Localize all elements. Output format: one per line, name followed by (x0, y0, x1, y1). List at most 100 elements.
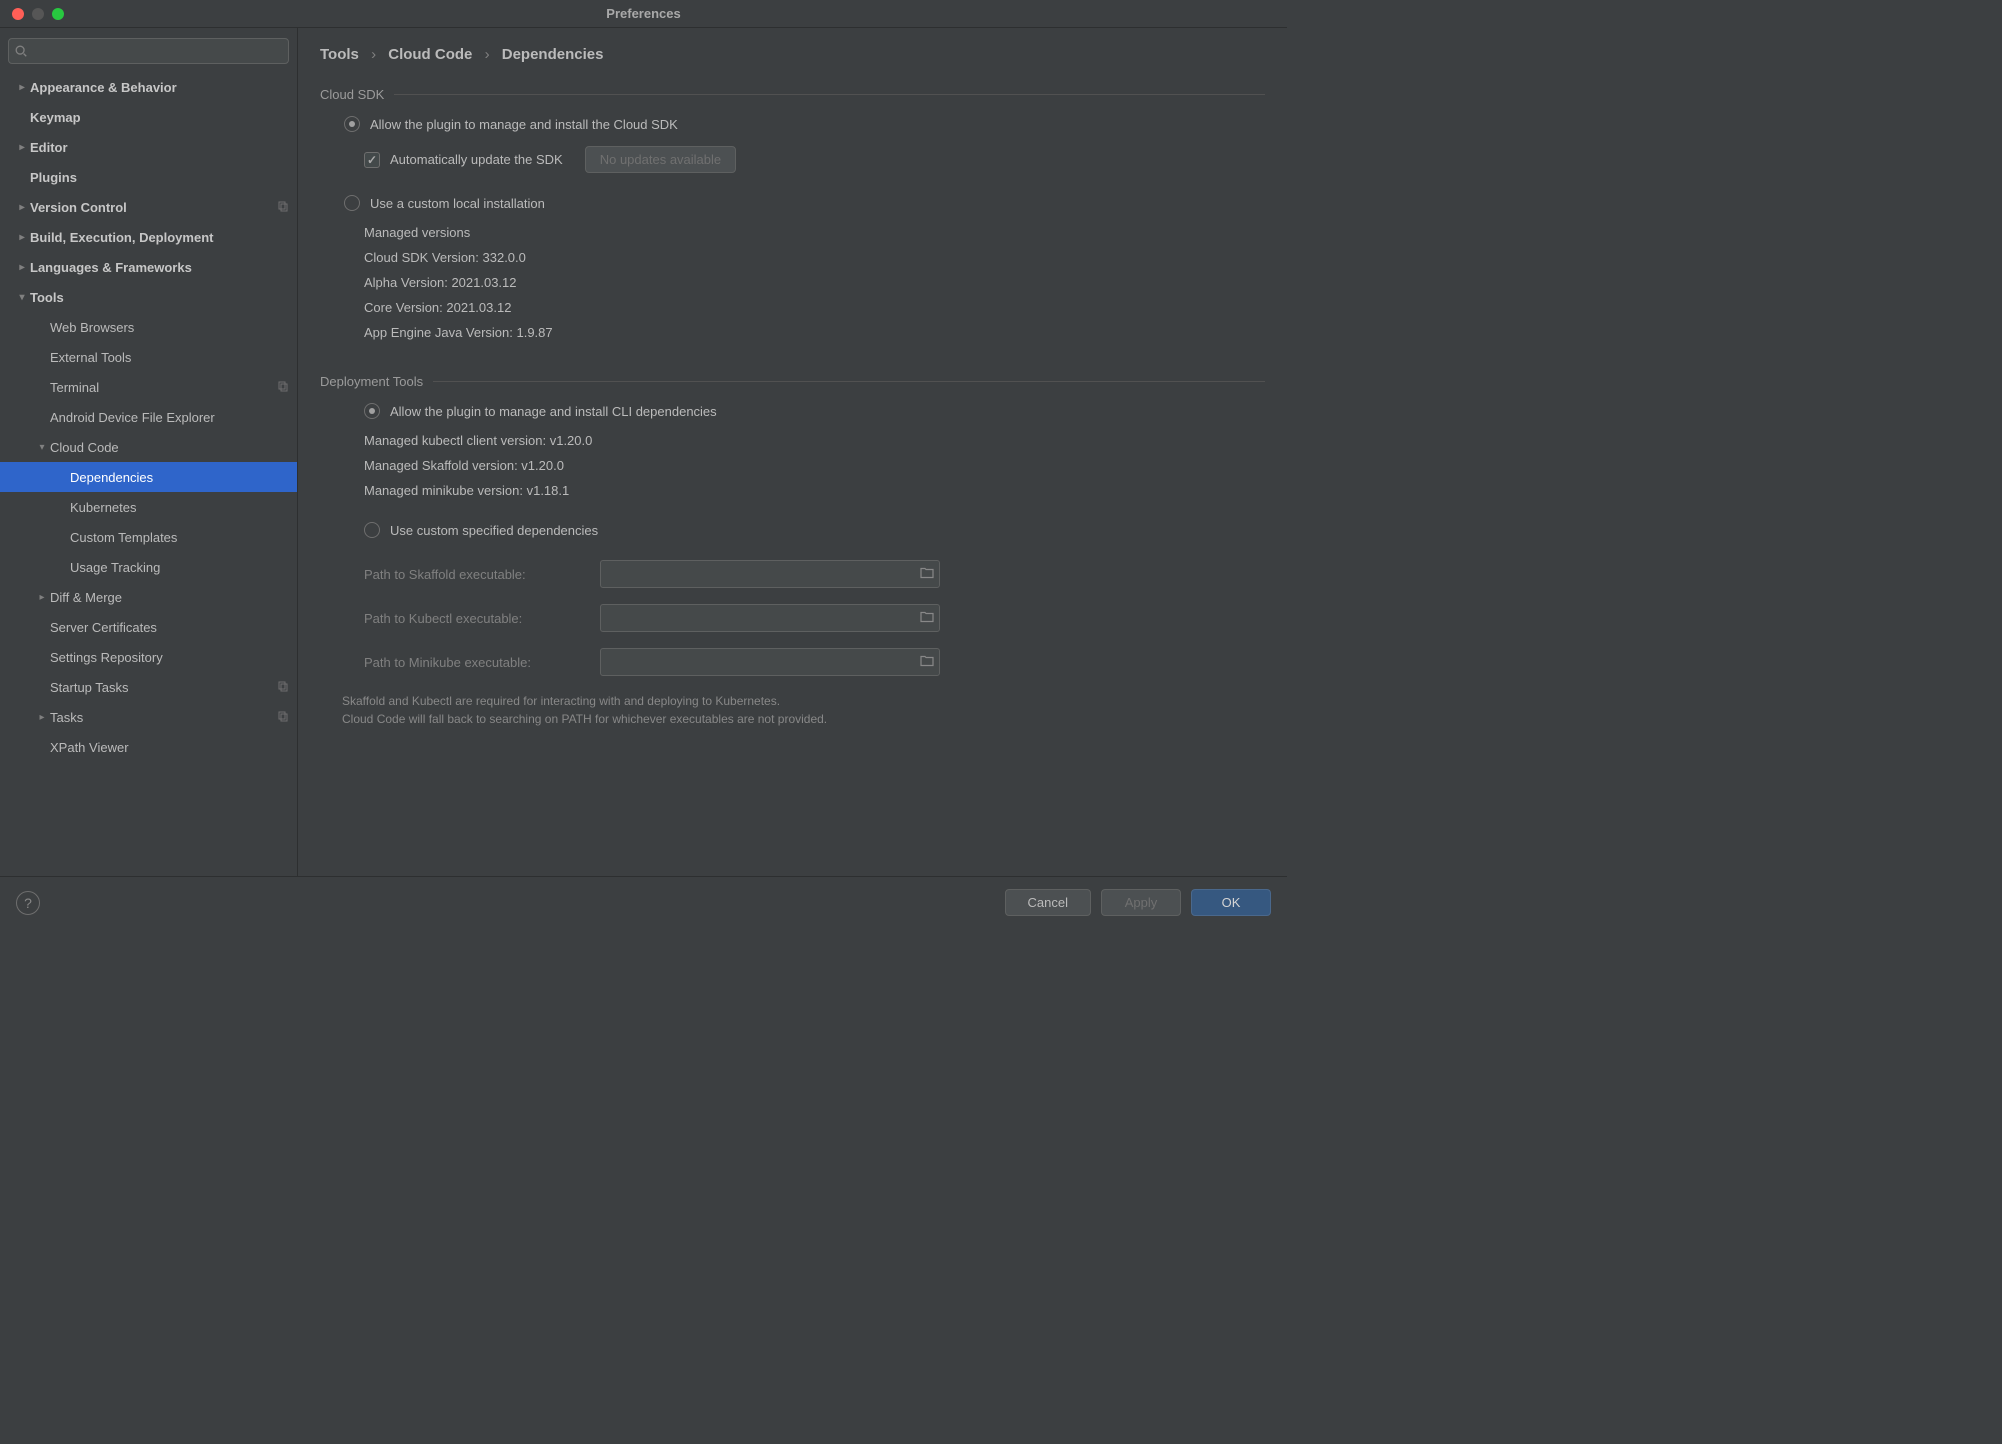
chevron-down-icon: ▾ (14, 292, 30, 303)
sidebar-item[interactable]: ▸Web Browsers (0, 312, 297, 342)
titlebar: Preferences (0, 0, 1287, 28)
sidebar-item[interactable]: ▸Usage Tracking (0, 552, 297, 582)
radio-label: Use a custom local installation (370, 196, 545, 211)
sidebar-item[interactable]: ▸Dependencies (0, 462, 297, 492)
folder-icon[interactable] (920, 567, 934, 582)
folder-icon[interactable] (920, 655, 934, 670)
path-row-skaffold: Path to Skaffold executable: (364, 560, 1265, 588)
no-updates-button[interactable]: No updates available (585, 146, 736, 173)
minikube-path-input[interactable] (600, 648, 940, 676)
sidebar-item[interactable]: ▾Tools (0, 282, 297, 312)
section-title: Cloud SDK (320, 87, 384, 102)
info-line: Managed minikube version: v1.18.1 (364, 483, 1265, 498)
footer: ? Cancel Apply OK (0, 876, 1287, 928)
section-header: Deployment Tools (320, 374, 1265, 389)
close-window-button[interactable] (12, 8, 24, 20)
radio-icon (364, 522, 380, 538)
content: ▸Appearance & Behavior▸Keymap▸Editor▸Plu… (0, 28, 1287, 876)
checkbox-icon (364, 152, 380, 168)
checkbox-auto-update[interactable]: Automatically update the SDK No updates … (320, 146, 1265, 173)
sidebar-item[interactable]: ▸Startup Tasks (0, 672, 297, 702)
sidebar-item[interactable]: ▸Version Control (0, 192, 297, 222)
sidebar-item-label: Editor (30, 140, 289, 155)
maximize-window-button[interactable] (52, 8, 64, 20)
kubectl-path-input[interactable] (600, 604, 940, 632)
sidebar-item[interactable]: ▸Appearance & Behavior (0, 72, 297, 102)
radio-icon (364, 403, 380, 419)
info-line: Cloud SDK Version: 332.0.0 (364, 250, 1265, 265)
chevron-right-icon: ▸ (14, 142, 30, 153)
custom-paths-block: Path to Skaffold executable: Path to Kub… (320, 560, 1265, 676)
note-line: Skaffold and Kubectl are required for in… (342, 692, 1265, 710)
sidebar-item[interactable]: ▸Server Certificates (0, 612, 297, 642)
project-level-icon (277, 380, 289, 395)
sidebar-item-label: Plugins (30, 170, 289, 185)
sidebar-item-label: XPath Viewer (50, 740, 289, 755)
info-line: Alpha Version: 2021.03.12 (364, 275, 1265, 290)
breadcrumb-sep: › (485, 46, 490, 63)
search-box (8, 38, 289, 64)
sidebar-item-label: Dependencies (70, 470, 289, 485)
sidebar-item[interactable]: ▸Languages & Frameworks (0, 252, 297, 282)
sidebar-item-label: Appearance & Behavior (30, 80, 289, 95)
radio-icon (344, 116, 360, 132)
section-header: Cloud SDK (320, 87, 1265, 102)
sidebar-item[interactable]: ▸Editor (0, 132, 297, 162)
breadcrumb-part[interactable]: Tools (320, 46, 359, 63)
sidebar-item[interactable]: ▸Diff & Merge (0, 582, 297, 612)
sidebar-item[interactable]: ▾Cloud Code (0, 432, 297, 462)
minimize-window-button[interactable] (32, 8, 44, 20)
sidebar-item[interactable]: ▸Tasks (0, 702, 297, 732)
apply-button[interactable]: Apply (1101, 889, 1181, 916)
sidebar-item-label: Web Browsers (50, 320, 289, 335)
path-row-kubectl: Path to Kubectl executable: (364, 604, 1265, 632)
sidebar-item[interactable]: ▸XPath Viewer (0, 732, 297, 762)
radio-manage-sdk[interactable]: Allow the plugin to manage and install t… (320, 116, 1265, 132)
radio-manage-cli[interactable]: Allow the plugin to manage and install C… (320, 403, 1265, 419)
info-line: Managed Skaffold version: v1.20.0 (364, 458, 1265, 473)
sidebar-item[interactable]: ▸Plugins (0, 162, 297, 192)
sidebar-item-label: Diff & Merge (50, 590, 289, 605)
path-label: Path to Skaffold executable: (364, 567, 582, 582)
skaffold-path-input[interactable] (600, 560, 940, 588)
radio-custom-sdk[interactable]: Use a custom local installation (320, 195, 1265, 211)
path-label: Path to Kubectl executable: (364, 611, 582, 626)
path-input-wrap (600, 648, 940, 676)
footer-buttons: Cancel Apply OK (1005, 889, 1271, 916)
breadcrumb-part[interactable]: Cloud Code (388, 46, 472, 63)
sidebar-item-label: Server Certificates (50, 620, 289, 635)
sidebar-item[interactable]: ▸External Tools (0, 342, 297, 372)
managed-versions-block: Managed versions Cloud SDK Version: 332.… (320, 225, 1265, 340)
radio-label: Allow the plugin to manage and install C… (390, 404, 717, 419)
radio-custom-cli[interactable]: Use custom specified dependencies (320, 522, 1265, 538)
search-input[interactable] (8, 38, 289, 64)
info-line: Managed versions (364, 225, 1265, 240)
sidebar-item[interactable]: ▸Settings Repository (0, 642, 297, 672)
folder-icon[interactable] (920, 611, 934, 626)
sidebar-item[interactable]: ▸Kubernetes (0, 492, 297, 522)
info-line: Core Version: 2021.03.12 (364, 300, 1265, 315)
path-input-wrap (600, 560, 940, 588)
chevron-right-icon: ▸ (34, 712, 50, 723)
sidebar-item-label: Android Device File Explorer (50, 410, 289, 425)
ok-button[interactable]: OK (1191, 889, 1271, 916)
sidebar-item[interactable]: ▸Build, Execution, Deployment (0, 222, 297, 252)
chevron-right-icon: ▸ (14, 202, 30, 213)
help-button[interactable]: ? (16, 891, 40, 915)
chevron-right-icon: ▸ (14, 82, 30, 93)
note-line: Cloud Code will fall back to searching o… (342, 710, 1265, 728)
sidebar-item[interactable]: ▸Terminal (0, 372, 297, 402)
sidebar-item-label: Kubernetes (70, 500, 289, 515)
sidebar-item[interactable]: ▸Android Device File Explorer (0, 402, 297, 432)
sidebar: ▸Appearance & Behavior▸Keymap▸Editor▸Plu… (0, 28, 298, 876)
sidebar-item[interactable]: ▸Keymap (0, 102, 297, 132)
sidebar-item-label: Startup Tasks (50, 680, 277, 695)
info-line: App Engine Java Version: 1.9.87 (364, 325, 1265, 340)
preferences-window: Preferences ▸Appearance & Behavior▸Keyma… (0, 0, 1287, 928)
breadcrumb-sep: › (371, 46, 376, 63)
traffic-lights (0, 8, 64, 20)
cancel-button[interactable]: Cancel (1005, 889, 1091, 916)
settings-tree[interactable]: ▸Appearance & Behavior▸Keymap▸Editor▸Plu… (0, 72, 297, 876)
section-divider (394, 94, 1265, 95)
sidebar-item[interactable]: ▸Custom Templates (0, 522, 297, 552)
